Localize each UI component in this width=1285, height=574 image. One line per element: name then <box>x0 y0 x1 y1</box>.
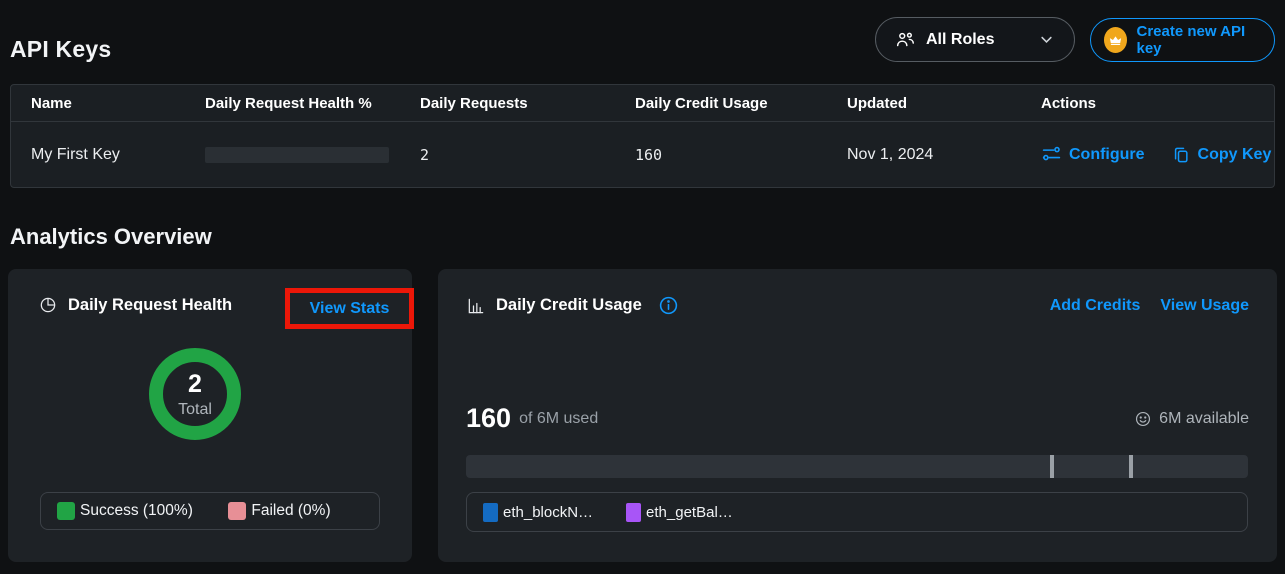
col-daily-requests: Daily Requests <box>420 95 635 112</box>
roles-people-icon <box>894 29 916 51</box>
sliders-icon <box>1041 144 1062 165</box>
view-stats-link[interactable]: View Stats <box>310 300 390 318</box>
col-updated: Updated <box>847 95 1041 112</box>
create-api-key-label: Create new API key <box>1136 23 1261 57</box>
daily-credit-usage-card: Daily Credit Usage Add Credits View Usag… <box>438 269 1277 562</box>
credit-usage-progress-bar <box>466 455 1248 478</box>
eth-blocknumber-label: eth_blockN… <box>503 504 593 521</box>
health-card-title: Daily Request Health <box>68 296 232 315</box>
credit-card-header: Daily Credit Usage Add Credits View Usag… <box>438 269 1277 316</box>
credit-card-title: Daily Credit Usage <box>496 296 642 315</box>
legend-item-failed: Failed (0%) <box>228 502 330 520</box>
usage-marker <box>1050 455 1054 478</box>
used-suffix: of 6M used <box>519 410 598 428</box>
eth-getbalance-label: eth_getBal… <box>646 504 733 521</box>
add-credits-link[interactable]: Add Credits <box>1050 297 1141 315</box>
table-row: My First Key 2 160 Nov 1, 2024 Configure <box>11 122 1274 187</box>
chevron-down-icon <box>1037 30 1056 49</box>
failed-swatch <box>228 502 246 520</box>
legend-item-success: Success (100%) <box>57 502 228 520</box>
updated-value: Nov 1, 2024 <box>847 146 1041 164</box>
info-icon[interactable] <box>658 295 679 316</box>
col-daily-credit-usage: Daily Credit Usage <box>635 95 847 112</box>
roles-filter-dropdown[interactable]: All Roles <box>875 17 1075 62</box>
legend-item-eth-blocknumber: eth_blockN… <box>483 503 593 522</box>
eth-blocknumber-swatch <box>483 503 498 522</box>
health-donut-chart: 2 Total <box>149 348 241 440</box>
bar-chart-icon <box>466 296 486 316</box>
daily-credit-usage-value: 160 <box>635 146 847 164</box>
col-name: Name <box>31 95 205 112</box>
failed-label: Failed (0%) <box>251 502 330 520</box>
used-value: 160 <box>466 403 511 434</box>
health-legend: Success (100%) Failed (0%) <box>40 492 380 530</box>
available-label: 6M available <box>1159 410 1249 428</box>
health-bar <box>205 147 389 163</box>
copy-key-button[interactable]: Copy Key <box>1171 145 1272 165</box>
pie-chart-icon <box>38 295 58 315</box>
eth-getbalance-swatch <box>626 503 641 522</box>
key-name: My First Key <box>31 146 205 164</box>
daily-request-health-card: Daily Request Health View Stats 2 Total … <box>8 269 412 562</box>
analytics-overview-title: Analytics Overview <box>10 224 212 250</box>
daily-requests-value: 2 <box>420 146 635 164</box>
table-header-row: Name Daily Request Health % Daily Reques… <box>11 85 1274 122</box>
api-keys-table: Name Daily Request Health % Daily Reques… <box>10 84 1275 188</box>
usage-marker <box>1129 455 1133 478</box>
smiley-icon <box>1134 410 1152 428</box>
donut-total-value: 2 <box>188 370 202 399</box>
success-label: Success (100%) <box>80 502 193 520</box>
view-usage-link[interactable]: View Usage <box>1160 297 1249 315</box>
view-stats-annotation-box: View Stats <box>285 288 414 329</box>
api-keys-dashboard: API Keys All Roles Create new API key <box>0 0 1285 574</box>
configure-button[interactable]: Configure <box>1041 144 1145 165</box>
col-health: Daily Request Health % <box>205 95 420 112</box>
page-title: API Keys <box>10 36 111 63</box>
success-swatch <box>57 502 75 520</box>
create-api-key-button[interactable]: Create new API key <box>1090 18 1275 62</box>
available-group: 6M available <box>1134 410 1249 428</box>
crown-icon <box>1104 27 1127 53</box>
col-actions: Actions <box>1041 95 1274 112</box>
roles-filter-label: All Roles <box>926 31 994 49</box>
configure-label: Configure <box>1069 146 1145 164</box>
credit-card-links: Add Credits View Usage <box>1050 297 1249 315</box>
credit-usage-legend: eth_blockN… eth_getBal… <box>466 492 1248 532</box>
donut-total-label: Total <box>178 401 212 419</box>
copy-key-label: Copy Key <box>1198 146 1272 164</box>
actions-cell: Configure Copy Key <box>1041 144 1274 165</box>
copy-icon <box>1171 145 1191 165</box>
usage-summary: 160 of 6M used 6M available <box>466 403 1249 434</box>
legend-item-eth-getbalance: eth_getBal… <box>626 503 733 522</box>
